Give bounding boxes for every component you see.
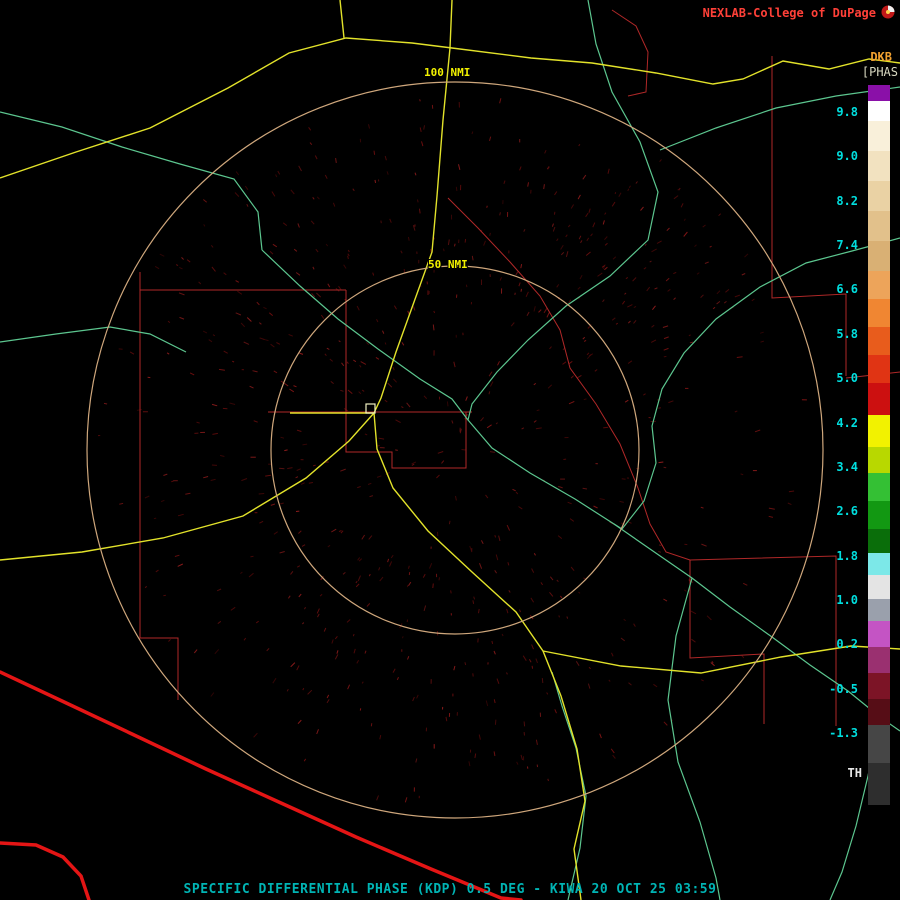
ring-label-50nmi: 50 NMI [428, 258, 468, 271]
colorbar-tick-label: 7.4 [836, 238, 858, 253]
colorbar-segment [868, 763, 890, 805]
colorbar-segment [868, 241, 890, 271]
colorbar-tick-label: 4.2 [836, 415, 858, 430]
colorbar-segment [868, 501, 890, 529]
colorbar-segment [868, 181, 890, 211]
radar-map [0, 0, 900, 900]
colorbar-tick-label: 6.6 [836, 282, 858, 297]
colorbar-unit-label: DKB [870, 50, 892, 64]
colorbar-segment [868, 355, 890, 383]
colorbar-segment [868, 121, 890, 151]
ring-label-100nmi: 100 NMI [424, 66, 471, 79]
colorbar-tick-label: 2.6 [836, 504, 858, 519]
colorbar [868, 85, 890, 805]
cod-logo-icon [881, 5, 895, 19]
colorbar-segment [868, 271, 890, 299]
colorbar-segment [868, 725, 890, 763]
colorbar-segment [868, 529, 890, 553]
colorbar-segment [868, 599, 890, 621]
radar-speckles [97, 98, 807, 803]
colorbar-segment [868, 673, 890, 699]
colorbar-tick-label: 9.8 [836, 105, 858, 119]
colorbar-segment [868, 447, 890, 473]
colorbar-segment [868, 621, 890, 647]
colorbar-segment [868, 699, 890, 725]
colorbar-tick-label: 3.4 [836, 459, 858, 474]
state-border-line [0, 670, 523, 900]
colorbar-segment [868, 327, 890, 355]
colorbar-tick-label: 5.0 [836, 371, 858, 386]
colorbar-tick-label: 1.0 [836, 592, 858, 607]
colorbar-phase-label: [PHAS [861, 65, 898, 79]
colorbar-segment [868, 211, 890, 241]
range-rings [86, 81, 824, 819]
status-bar: SPECIFIC DIFFERENTIAL PHASE (KDP) 0.5 DE… [183, 882, 717, 897]
highway-lines [0, 0, 900, 900]
colorbar-segment [868, 101, 890, 121]
colorbar-segment [868, 299, 890, 327]
colorbar-segment [868, 85, 890, 101]
colorbar-segment [868, 473, 890, 501]
brand-text: NEXLAB-College of DuPage [702, 6, 876, 20]
colorbar-tick-label: 1.8 [836, 548, 858, 563]
colorbar-tick-label: 5.8 [836, 326, 858, 341]
colorbar-segment [868, 151, 890, 181]
colorbar-th-label: TH [847, 766, 862, 780]
river-lines [0, 0, 900, 900]
colorbar-segment [868, 575, 890, 599]
radar-screen: NEXLAB-College of DuPage DKB [PHAS 9.8 9.… [0, 0, 900, 900]
colorbar-tick-label: -1.3 [829, 726, 858, 741]
colorbar-segment [868, 647, 890, 673]
colorbar-tick-label: -0.5 [829, 681, 858, 696]
colorbar-tick-label: 0.2 [836, 637, 858, 652]
colorbar-tick-label: 9.0 [836, 149, 858, 164]
colorbar-segment [868, 415, 890, 447]
colorbar-tick-label: 8.2 [836, 193, 858, 208]
colorbar-segment [868, 383, 890, 415]
colorbar-segment [868, 553, 890, 575]
